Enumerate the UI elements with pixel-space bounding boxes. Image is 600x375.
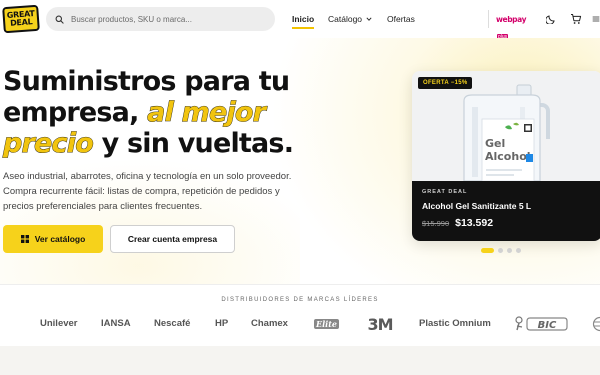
brand-elite-logo: Elite (314, 319, 339, 329)
nav-inicio-label: Inicio (292, 14, 315, 24)
next-section-band (0, 346, 600, 375)
jug-label-text-2: Alcohol (485, 150, 531, 163)
nav-catalogo-label: Catálogo (328, 14, 363, 24)
brand-plastic-omnium: Plastic Omnium (419, 318, 491, 329)
nav-inicio[interactable]: Inicio (292, 0, 315, 38)
cart-icon (570, 13, 581, 24)
carousel-dot[interactable] (498, 248, 503, 253)
hero-section: Suministros para tu empresa, al mejor pr… (0, 38, 600, 284)
webpay-label: webpay (496, 15, 527, 24)
product-brand: GREAT DEAL (422, 189, 468, 195)
nav-ofertas[interactable]: Ofertas (387, 0, 415, 38)
featured-product-card[interactable]: Gel Alcohol OFERTA −15% GREAT DEAL Alcoh… (412, 71, 600, 241)
cart-button[interactable] (569, 12, 582, 25)
hero-headline: Suministros para tu empresa, al mejor pr… (3, 66, 303, 159)
brand-chamex: Chamex (251, 318, 288, 329)
brand-3m-text: 3M (367, 316, 392, 332)
carousel-indicators (481, 248, 521, 253)
create-business-account-button[interactable]: Crear cuenta empresa (110, 225, 235, 253)
brands-section: DISTRIBUIDORES DE MARCAS LÍDERES Unileve… (0, 284, 600, 346)
brand-unilever: Unilever (40, 318, 78, 329)
headline-end: y sin vueltas. (92, 128, 294, 159)
brand-elite-text: Elite (315, 319, 337, 329)
brand-nescafe: Nescafé (154, 318, 191, 329)
hero-description: Aseo industrial, abarrotes, oficina y te… (3, 171, 292, 212)
jug-label-text-1: Gel (485, 137, 505, 150)
moon-icon (546, 15, 555, 24)
product-name: Alcohol Gel Sanitizante 5 L (422, 201, 532, 211)
menu-button[interactable] (592, 12, 600, 25)
view-catalog-label: Ver catálogo (34, 234, 86, 244)
brand-bic-logo: BIC (515, 316, 568, 331)
carousel-dot[interactable] (481, 248, 494, 253)
active-underline (292, 27, 315, 29)
chevron-down-icon (366, 17, 372, 21)
menu-icon (592, 16, 600, 21)
nav-catalogo[interactable]: Catálogo (328, 0, 372, 38)
search-input[interactable] (71, 14, 261, 24)
brand-partial-logo (592, 316, 600, 332)
header-divider (488, 10, 489, 28)
theme-toggle-button[interactable] (545, 12, 558, 25)
product-info: GREAT DEAL Alcohol Gel Sanitizante 5 L $… (412, 181, 600, 241)
search-icon (55, 15, 64, 24)
grid-icon (20, 235, 29, 243)
product-image: Gel Alcohol OFERTA −15% (412, 71, 600, 182)
logo-line-2: DEAL (9, 17, 33, 28)
sale-price: $13.592 (455, 217, 494, 229)
price-row: $15.990 $13.592 (422, 217, 592, 229)
brand-iansa: IANSA (101, 318, 131, 329)
discount-badge: OFERTA −15% (418, 77, 473, 89)
view-catalog-button[interactable]: Ver catálogo (3, 225, 103, 253)
brand-bic-text: BIC (538, 320, 557, 331)
site-header: GREAT DEAL Inicio Catálogo Ofertas webpa… (0, 0, 600, 55)
carousel-dot[interactable] (516, 248, 521, 253)
brand-3m-logo: 3M (367, 316, 393, 332)
webpay-badge: webpayplus (496, 9, 532, 55)
nav-ofertas-label: Ofertas (387, 14, 415, 24)
great-deal-logo[interactable]: GREAT DEAL (2, 4, 40, 34)
brands-title: DISTRIBUIDORES DE MARCAS LÍDERES (221, 297, 379, 303)
carousel-dot[interactable] (507, 248, 512, 253)
create-account-label: Crear cuenta empresa (127, 234, 218, 244)
brand-hp: HP (215, 318, 229, 329)
search-bar[interactable] (46, 7, 275, 31)
original-price: $15.990 (422, 219, 450, 228)
